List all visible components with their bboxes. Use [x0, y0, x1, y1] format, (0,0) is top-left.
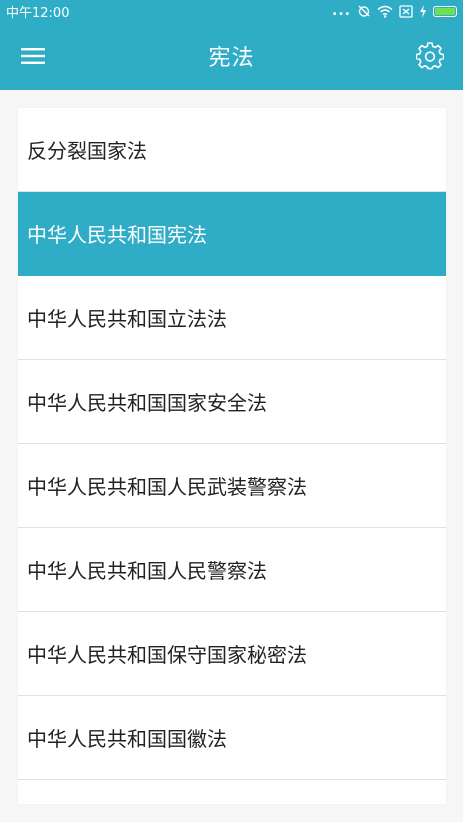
- list-item-selected[interactable]: 中华人民共和国宪法: [18, 192, 446, 276]
- law-list: 反分裂国家法 中华人民共和国宪法 中华人民共和国立法法 中华人民共和国国家安全法…: [18, 108, 446, 804]
- more-dots-icon: ...: [332, 3, 351, 19]
- list-item-label: 中华人民共和国立法法: [27, 307, 227, 331]
- list-item[interactable]: 中华人民共和国立法法: [18, 276, 446, 360]
- app-bar: 宪法: [0, 22, 463, 90]
- list-item[interactable]: 中华人民共和国人民武装警察法: [18, 444, 446, 528]
- battery-level: [435, 7, 455, 15]
- list-item-label: 中华人民共和国人民武装警察法: [27, 475, 307, 499]
- list-item-label: 中华人民共和国国家安全法: [27, 391, 267, 415]
- hamburger-menu-icon[interactable]: [18, 41, 48, 71]
- page-title: 宪法: [208, 46, 255, 71]
- list-item-label: 中华人民共和国宪法: [27, 223, 207, 247]
- list-item[interactable]: 中华人民共和国人民警察法: [18, 528, 446, 612]
- list-item[interactable]: 反分裂国家法: [18, 108, 446, 192]
- status-icons: ...: [332, 3, 457, 19]
- list-item-label: 中华人民共和国保守国家秘密法: [27, 643, 307, 667]
- gear-icon[interactable]: [415, 41, 445, 71]
- status-time: 中午12:00: [6, 5, 70, 21]
- alarm-off-icon: [357, 4, 371, 18]
- list-item-partial[interactable]: [18, 780, 446, 804]
- list-item-label: 反分裂国家法: [27, 139, 147, 163]
- list-item-label: 中华人民共和国国徽法: [27, 727, 227, 751]
- list-item[interactable]: 中华人民共和国国家安全法: [18, 360, 446, 444]
- list-item[interactable]: 中华人民共和国保守国家秘密法: [18, 612, 446, 696]
- status-bar: 中午12:00 ...: [0, 0, 463, 22]
- wifi-icon: [377, 4, 393, 18]
- battery-icon: [433, 4, 457, 18]
- list-item[interactable]: 中华人民共和国国徽法: [18, 696, 446, 780]
- list-item-label: 中华人民共和国人民警察法: [27, 559, 267, 583]
- sim-x-icon: [399, 4, 413, 18]
- app-screen: 中午12:00 ... 宪法 反分裂国家法 中华人民共和国宪法 中华人民共和国立…: [0, 0, 463, 822]
- charging-icon: [419, 4, 427, 18]
